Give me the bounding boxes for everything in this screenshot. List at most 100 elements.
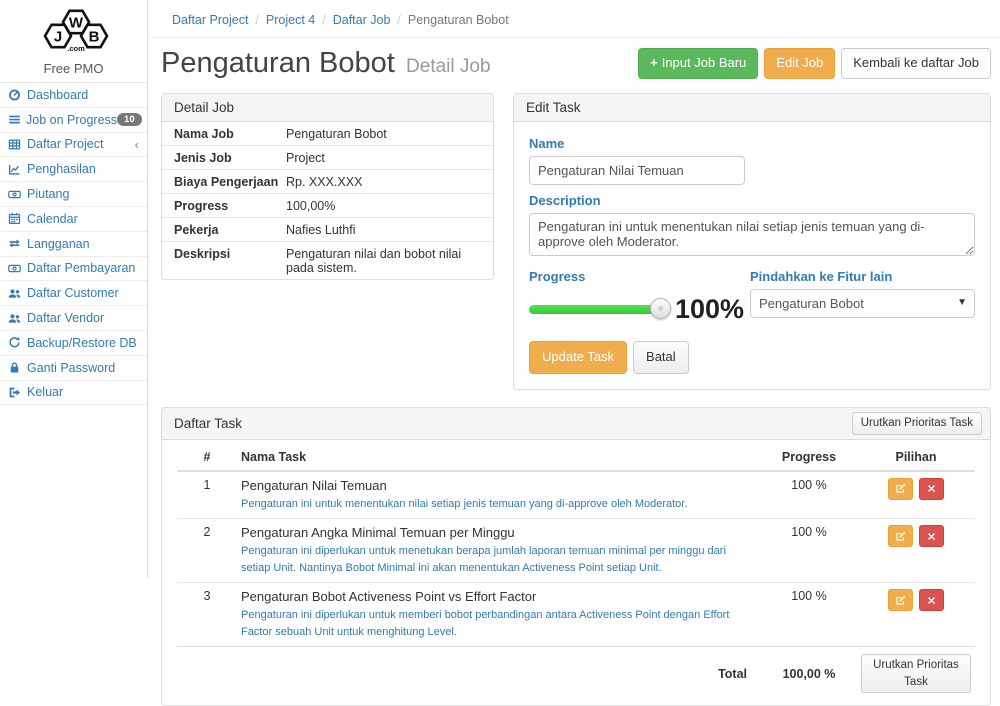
line-chart-icon xyxy=(8,163,22,176)
svg-text:B: B xyxy=(88,29,99,46)
task-name: Pengaturan Nilai Temuan xyxy=(241,478,757,493)
column-header-pilihan: Pilihan xyxy=(857,444,975,471)
sidebar-item-keluar[interactable]: Keluar xyxy=(0,381,147,406)
table-icon xyxy=(8,138,22,151)
breadcrumb-link[interactable]: Daftar Project xyxy=(172,13,248,27)
svg-text:.com: .com xyxy=(67,44,85,53)
task-table: # Nama Task Progress Pilihan 1 Pengatura… xyxy=(177,444,975,700)
detail-label: Biaya Pengerjaan xyxy=(174,175,286,189)
urutkan-prioritas-task-top-button[interactable]: Urutkan Prioritas Task xyxy=(852,412,982,435)
svg-text:J: J xyxy=(53,29,61,46)
sidebar-item-daftar-vendor[interactable]: Daftar Vendor xyxy=(0,306,147,331)
lock-icon xyxy=(8,361,22,374)
task-progress: 100 % xyxy=(761,583,857,647)
sign-out-icon xyxy=(8,386,22,399)
main-area: Daftar Project / Project 4 / Daftar Job / Peng… xyxy=(148,0,1000,578)
breadcrumb: Daftar Project / Project 4 / Daftar Job / Peng… xyxy=(148,0,1000,38)
brand-name: Free PMO xyxy=(0,61,147,76)
move-task-select[interactable]: Pengaturan Bobot ▼ xyxy=(750,289,975,318)
users-icon xyxy=(8,312,22,325)
breadcrumb-link[interactable]: Daftar Job xyxy=(333,13,391,27)
dashboard-icon xyxy=(8,88,22,101)
task-row: 3 Pengaturan Bobot Activeness Point vs E… xyxy=(177,583,975,647)
edit-task-button[interactable] xyxy=(888,478,913,500)
breadcrumb-separator: / xyxy=(255,13,258,27)
delete-task-button[interactable] xyxy=(919,525,944,547)
detail-row: Biaya PengerjaanRp. XXX.XXX xyxy=(162,170,493,194)
sidebar-item-piutang[interactable]: Piutang xyxy=(0,182,147,207)
edit-task-button[interactable] xyxy=(888,589,913,611)
logo[interactable]: W J B .com Free PMO xyxy=(0,0,147,83)
detail-row: Nama JobPengaturan Bobot xyxy=(162,122,493,146)
detail-row: DeskripsiPengaturan nilai dan bobot nila… xyxy=(162,242,493,279)
progress-slider-handle[interactable] xyxy=(650,298,671,319)
task-name: Pengaturan Bobot Activeness Point vs Eff… xyxy=(241,589,757,604)
urutkan-prioritas-task-bottom-button[interactable]: Urutkan Prioritas Task xyxy=(861,654,971,693)
column-header-no: # xyxy=(177,444,237,471)
money-icon xyxy=(8,262,22,275)
list-icon xyxy=(8,113,21,126)
edit-task-panel-title: Edit Task xyxy=(514,94,990,122)
sidebar-item-dashboard[interactable]: Dashboard xyxy=(0,83,147,108)
detail-job-table: Nama JobPengaturan BobotJenis JobProject… xyxy=(162,122,493,279)
detail-value: Pengaturan Bobot xyxy=(286,127,481,141)
progress-value: 100% xyxy=(675,294,744,325)
detail-job-panel-title: Detail Job xyxy=(162,94,493,122)
calendar-icon xyxy=(8,212,22,225)
detail-label: Jenis Job xyxy=(174,151,286,165)
progress-slider[interactable] xyxy=(529,305,661,314)
plus-icon: + xyxy=(650,55,658,70)
task-name-input[interactable] xyxy=(529,156,745,185)
task-name: Pengaturan Angka Minimal Temuan per Ming… xyxy=(241,525,757,540)
users-icon xyxy=(8,287,22,300)
delete-task-button[interactable] xyxy=(919,478,944,500)
page-subtitle: Detail Job xyxy=(406,56,491,77)
breadcrumb-separator: / xyxy=(322,13,325,27)
delete-task-button[interactable] xyxy=(919,589,944,611)
count-badge: 10 xyxy=(117,113,142,127)
app-root: W J B .com Free PMO Dashboard Job on Pro… xyxy=(0,0,1000,578)
detail-value: Project xyxy=(286,151,481,165)
move-task-label: Pindahkan ke Fitur lain xyxy=(750,269,975,284)
detail-value: 100,00% xyxy=(286,199,481,213)
content: Pengaturan Bobot Detail Job +Input Job B… xyxy=(148,38,1000,706)
name-label: Name xyxy=(529,136,975,151)
sidebar-item-daftar-project[interactable]: Daftar Project ‹ xyxy=(0,133,147,158)
sidebar-item-daftar-pembayaran[interactable]: Daftar Pembayaran xyxy=(0,257,147,282)
sidebar-item-backup-restore-db[interactable]: Backup/Restore DB xyxy=(0,331,147,356)
task-progress: 100 % xyxy=(761,519,857,583)
kembali-ke-daftar-job-button[interactable]: Kembali ke daftar Job xyxy=(841,48,991,79)
daftar-task-panel: Daftar Task Urutkan Prioritas Task # Nam… xyxy=(161,407,991,706)
sidebar-item-calendar[interactable]: Calendar xyxy=(0,207,147,232)
batal-button[interactable]: Batal xyxy=(633,341,689,374)
sidebar: W J B .com Free PMO Dashboard Job on Pro… xyxy=(0,0,148,578)
task-description: Pengaturan ini untuk menentukan nilai se… xyxy=(241,496,757,513)
description-label: Description xyxy=(529,193,975,208)
detail-label: Nama Job xyxy=(174,127,286,141)
description-textarea[interactable]: Pengaturan ini untuk menentukan nilai se… xyxy=(529,213,975,256)
breadcrumb-separator: / xyxy=(397,13,400,27)
detail-row: Jenis JobProject xyxy=(162,146,493,170)
detail-label: Deskripsi xyxy=(174,247,286,275)
sidebar-item-ganti-password[interactable]: Ganti Password xyxy=(0,356,147,381)
input-job-baru-button[interactable]: +Input Job Baru xyxy=(638,48,758,79)
money-icon xyxy=(8,188,22,201)
sidebar-item-penghasilan[interactable]: Penghasilan xyxy=(0,157,147,182)
breadcrumb-current: Pengaturan Bobot xyxy=(408,13,509,27)
sidebar-item-daftar-customer[interactable]: Daftar Customer xyxy=(0,281,147,306)
progress-slider-fill xyxy=(529,305,661,314)
breadcrumb-link[interactable]: Project 4 xyxy=(266,13,315,27)
detail-value: Rp. XXX.XXX xyxy=(286,175,481,189)
edit-job-button[interactable]: Edit Job xyxy=(764,48,835,79)
jwb-logo-icon: W J B .com xyxy=(28,7,120,55)
update-task-button[interactable]: Update Task xyxy=(529,341,627,374)
sidebar-item-job-on-progress[interactable]: Job on Progress 10 xyxy=(0,108,147,133)
detail-value: Nafies Luthfi xyxy=(286,223,481,237)
total-label: Total xyxy=(237,647,761,700)
edit-task-panel: Edit Task Name Description Pengaturan in… xyxy=(513,93,991,390)
daftar-task-panel-title: Daftar Task xyxy=(174,416,242,431)
task-description: Pengaturan ini diperlukan untuk menetuka… xyxy=(241,543,757,576)
edit-task-button[interactable] xyxy=(888,525,913,547)
detail-row: PekerjaNafies Luthfi xyxy=(162,218,493,242)
sidebar-item-langganan[interactable]: Langganan xyxy=(0,232,147,257)
